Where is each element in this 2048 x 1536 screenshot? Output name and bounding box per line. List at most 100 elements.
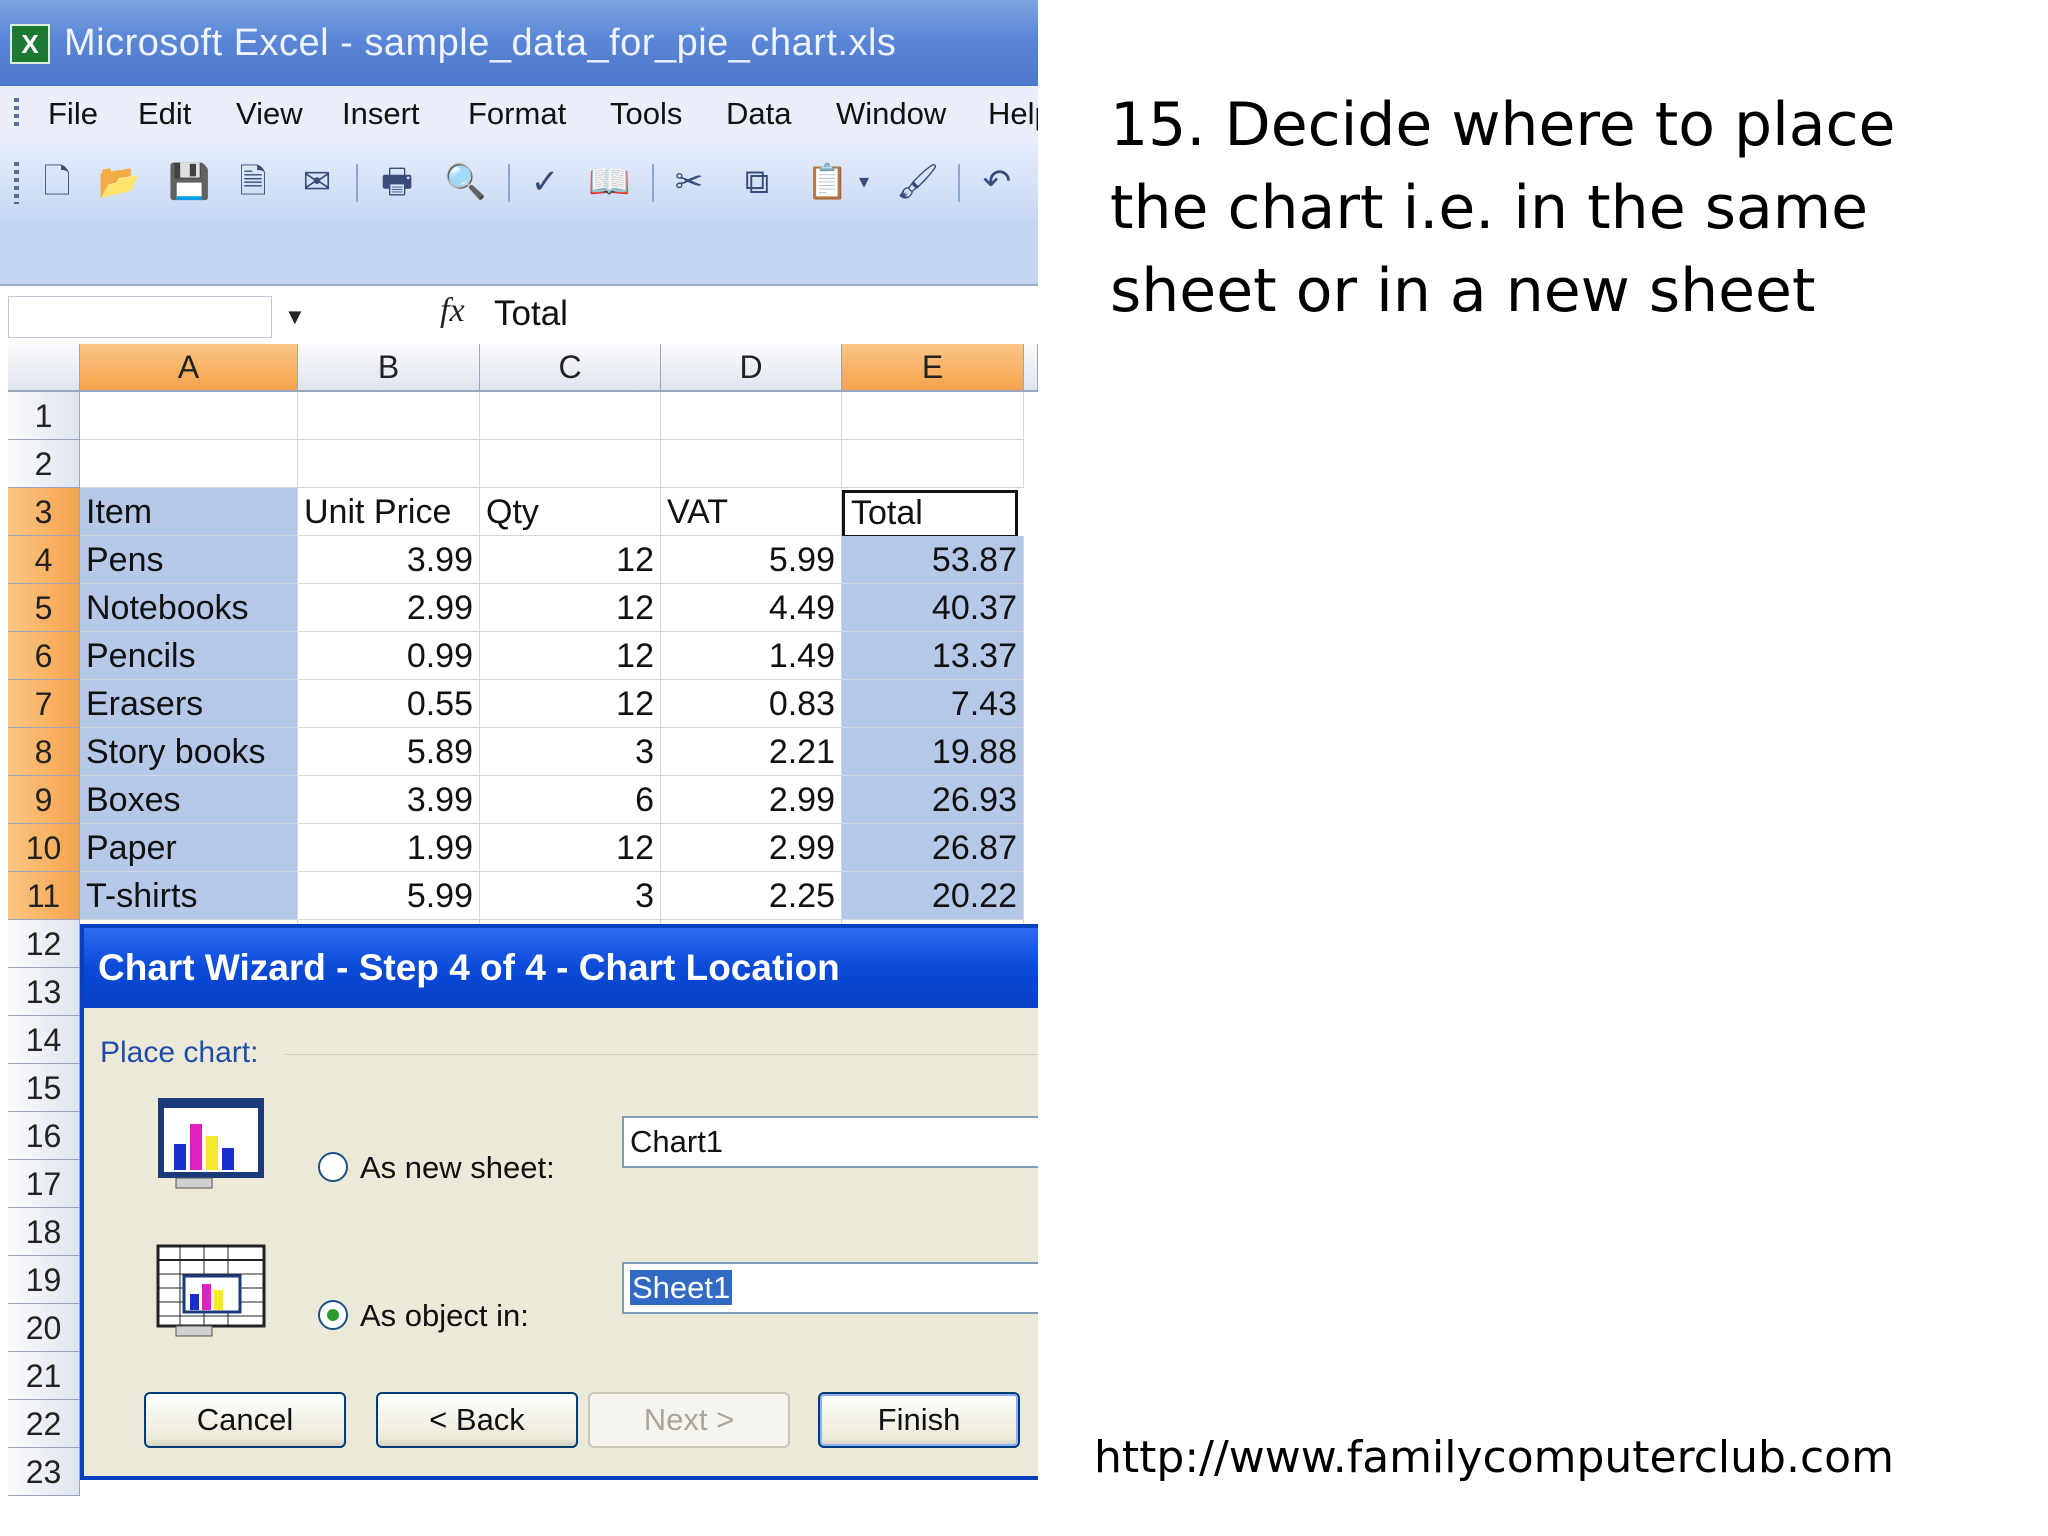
table-cell-unit-price[interactable]: 5.89	[298, 728, 480, 776]
email-icon[interactable]: ✉	[296, 160, 338, 204]
finish-button[interactable]: Finish	[818, 1392, 1020, 1448]
row-header[interactable]: 4	[8, 536, 80, 584]
table-cell-qty[interactable]: 12	[480, 824, 661, 872]
table-header-unit-price[interactable]: Unit Price	[298, 488, 480, 536]
cell[interactable]	[842, 440, 1024, 488]
cell[interactable]	[298, 392, 480, 440]
menu-data[interactable]: Data	[726, 96, 791, 132]
table-cell-vat[interactable]: 2.25	[661, 872, 842, 920]
table-cell-unit-price[interactable]: 3.99	[298, 536, 480, 584]
table-cell-total[interactable]: 13.37	[842, 632, 1024, 680]
table-cell-unit-price[interactable]: 0.55	[298, 680, 480, 728]
table-cell-total[interactable]: 40.37	[842, 584, 1024, 632]
select-all-corner[interactable]	[8, 344, 80, 392]
menu-format[interactable]: Format	[468, 96, 566, 132]
table-cell-vat[interactable]: 2.99	[661, 824, 842, 872]
cancel-button[interactable]: Cancel	[144, 1392, 346, 1448]
table-cell-item[interactable]: T-shirts	[80, 872, 298, 920]
fx-icon[interactable]: fx	[440, 292, 465, 330]
table-cell-qty[interactable]: 3	[480, 872, 661, 920]
next-button[interactable]: Next >	[588, 1392, 790, 1448]
table-cell-vat[interactable]: 4.49	[661, 584, 842, 632]
as-object-in-radio[interactable]	[318, 1300, 348, 1330]
row-header[interactable]: 14	[8, 1016, 80, 1064]
row-header[interactable]: 9	[8, 776, 80, 824]
row-header[interactable]: 18	[8, 1208, 80, 1256]
table-cell-item[interactable]: Paper	[80, 824, 298, 872]
table-cell-qty[interactable]: 12	[480, 680, 661, 728]
column-header-b[interactable]: B	[298, 344, 480, 392]
table-cell-total[interactable]: 53.87	[842, 536, 1024, 584]
table-cell-vat[interactable]: 0.83	[661, 680, 842, 728]
row-header[interactable]: 7	[8, 680, 80, 728]
cell[interactable]	[480, 440, 661, 488]
table-header-total-active-cell[interactable]: Total	[842, 490, 1018, 538]
row-header[interactable]: 6	[8, 632, 80, 680]
row-header[interactable]: 17	[8, 1160, 80, 1208]
table-cell-total[interactable]: 19.88	[842, 728, 1024, 776]
menu-insert[interactable]: Insert	[342, 96, 420, 132]
table-cell-vat[interactable]: 1.49	[661, 632, 842, 680]
table-cell-vat[interactable]: 2.21	[661, 728, 842, 776]
row-header[interactable]: 1	[8, 392, 80, 440]
name-box[interactable]	[8, 296, 272, 338]
cell[interactable]	[298, 440, 480, 488]
print-preview-icon[interactable]: 🔍	[444, 160, 486, 204]
cell[interactable]	[80, 392, 298, 440]
table-cell-unit-price[interactable]: 1.99	[298, 824, 480, 872]
paste-dropdown-icon[interactable]: ▾	[852, 160, 876, 204]
cell[interactable]	[842, 392, 1024, 440]
row-header[interactable]: 12	[8, 920, 80, 968]
print-icon[interactable]: 🖶	[376, 160, 418, 204]
table-cell-qty[interactable]: 12	[480, 632, 661, 680]
table-cell-qty[interactable]: 6	[480, 776, 661, 824]
row-header[interactable]: 20	[8, 1304, 80, 1352]
table-cell-unit-price[interactable]: 0.99	[298, 632, 480, 680]
permission-icon[interactable]: 🗎	[232, 160, 274, 204]
column-header-d[interactable]: D	[661, 344, 842, 392]
table-cell-item[interactable]: Pens	[80, 536, 298, 584]
table-cell-total[interactable]: 7.43	[842, 680, 1024, 728]
column-header-e[interactable]: E	[842, 344, 1024, 392]
as-new-sheet-radio[interactable]	[318, 1152, 348, 1182]
table-cell-unit-price[interactable]: 3.99	[298, 776, 480, 824]
table-cell-unit-price[interactable]: 5.99	[298, 872, 480, 920]
format-painter-icon[interactable]: 🖌	[896, 160, 939, 204]
menu-tools[interactable]: Tools	[610, 96, 682, 132]
row-header[interactable]: 3	[8, 488, 80, 536]
paste-icon[interactable]: 📋	[806, 160, 848, 204]
table-cell-item[interactable]: Notebooks	[80, 584, 298, 632]
new-sheet-name-input[interactable]: Chart1	[622, 1116, 1038, 1168]
table-cell-item[interactable]: Pencils	[80, 632, 298, 680]
research-icon[interactable]: 📖	[588, 160, 630, 204]
menu-file[interactable]: File	[48, 96, 98, 132]
copy-icon[interactable]: ⧉	[736, 160, 778, 204]
row-header[interactable]: 16	[8, 1112, 80, 1160]
name-box-dropdown-icon[interactable]: ▼	[284, 304, 306, 330]
row-header[interactable]: 21	[8, 1352, 80, 1400]
formula-input[interactable]: Total	[494, 294, 568, 334]
column-header-c[interactable]: C	[480, 344, 661, 392]
row-header[interactable]: 8	[8, 728, 80, 776]
table-cell-qty[interactable]: 12	[480, 584, 661, 632]
menu-view[interactable]: View	[236, 96, 303, 132]
column-header-a[interactable]: A	[80, 344, 298, 392]
table-cell-vat[interactable]: 5.99	[661, 536, 842, 584]
table-cell-unit-price[interactable]: 2.99	[298, 584, 480, 632]
open-folder-icon[interactable]: 📂	[98, 160, 140, 204]
back-button[interactable]: < Back	[376, 1392, 578, 1448]
row-header[interactable]: 10	[8, 824, 80, 872]
table-cell-vat[interactable]: 2.99	[661, 776, 842, 824]
table-cell-total[interactable]: 20.22	[842, 872, 1024, 920]
table-header-qty[interactable]: Qty	[480, 488, 661, 536]
table-cell-total[interactable]: 26.93	[842, 776, 1024, 824]
row-header[interactable]: 19	[8, 1256, 80, 1304]
menu-window[interactable]: Window	[836, 96, 946, 132]
table-cell-item[interactable]: Erasers	[80, 680, 298, 728]
cell[interactable]	[480, 392, 661, 440]
cell[interactable]	[661, 392, 842, 440]
row-header[interactable]: 2	[8, 440, 80, 488]
row-header[interactable]: 11	[8, 872, 80, 920]
save-icon[interactable]: 💾	[168, 160, 210, 204]
menu-help[interactable]: Help	[988, 96, 1038, 132]
